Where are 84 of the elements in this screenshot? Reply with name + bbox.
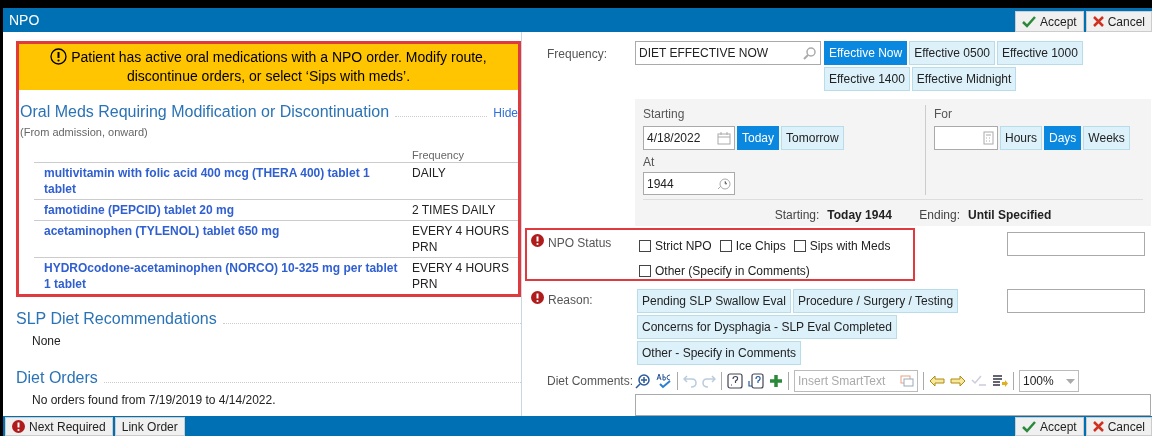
- checkbox-option[interactable]: Other (Specify in Comments): [639, 262, 810, 281]
- windows-icon: [900, 375, 914, 388]
- window-title: NPO: [9, 10, 40, 30]
- field-label: Diet Comments:: [546, 373, 635, 391]
- field-label: Frequency:: [546, 46, 609, 63]
- list-arrow-icon[interactable]: [992, 374, 1008, 389]
- section-text: No orders found from 7/19/2019 to 4/14/2022.: [31, 391, 277, 409]
- checkbox-option[interactable]: Ice Chips: [719, 237, 786, 256]
- field-label: Starting: [643, 106, 686, 123]
- exclamation-icon: [12, 420, 25, 433]
- field-label: For: [934, 106, 953, 123]
- section-heading: Diet Orders: [16, 367, 98, 388]
- link-button[interactable]: Link Order: [114, 417, 185, 436]
- option-button[interactable]: Days: [1044, 126, 1082, 150]
- duration-field[interactable]: [934, 126, 998, 150]
- option-button[interactable]: Effective Now: [824, 41, 908, 65]
- zoom-dropdown[interactable]: 100%: [1019, 370, 1079, 393]
- zoom-in-icon[interactable]: [635, 373, 651, 390]
- section-subtitle: (From admission, onward): [19, 125, 149, 140]
- checkmark-icon: [1021, 15, 1036, 28]
- table-cell-text: EVERY 4 HOURS PRN: [412, 222, 510, 255]
- text-field[interactable]: [1007, 232, 1145, 257]
- option-button[interactable]: Concerns for Dysphagia - SLP Eval Completed: [637, 315, 897, 340]
- check-arrow-icon[interactable]: [971, 374, 987, 389]
- checkbox-option[interactable]: Sips with Meds: [793, 237, 891, 256]
- close-icon: [1092, 16, 1104, 27]
- table-cell-text: DAILY: [412, 164, 447, 182]
- option-button[interactable]: Pending SLP Swallow Eval: [637, 289, 791, 314]
- field-label: At: [643, 154, 656, 171]
- warning-message: Patient has active oral medications with a NPO order. Modify route, discontinue orders, or select ‘Sips with meds’.: [33, 48, 504, 86]
- option-button[interactable]: Effective 0500: [909, 41, 995, 65]
- hide-link[interactable]: Hide: [493, 104, 518, 122]
- comments-field[interactable]: [635, 394, 1151, 416]
- medication-link[interactable]: multivitamin with folic acid 400 mcg (THERA 400) tablet 1 tablet: [44, 164, 412, 197]
- summary-value: Today 1944: [827, 207, 893, 224]
- search-icon: [803, 46, 817, 60]
- calendar-icon: [717, 131, 731, 145]
- section-text: None: [31, 332, 62, 350]
- next-button[interactable]: Next Required: [5, 417, 113, 436]
- option-button[interactable]: Procedure / Surgery / Testing: [792, 289, 959, 314]
- option-button[interactable]: Tomorrow: [781, 126, 844, 150]
- summary-value: Until Specified: [968, 207, 1052, 224]
- clock-icon: [717, 176, 731, 191]
- checkmark-icon: [1021, 420, 1036, 433]
- medication-link[interactable]: famotidine (PEPCID) tablet 20 mg: [44, 201, 412, 218]
- medication-link[interactable]: acetaminophen (TYLENOL) tablet 650 mg: [44, 222, 412, 255]
- cancel-button[interactable]: Cancel: [1085, 417, 1152, 436]
- redo-icon[interactable]: [702, 374, 716, 389]
- time-field[interactable]: 1944: [643, 172, 735, 195]
- cancel-button[interactable]: Cancel: [1085, 11, 1152, 32]
- field-label: NPO Status: [548, 235, 612, 253]
- option-button[interactable]: Weeks: [1083, 126, 1130, 150]
- summary-label: Starting:: [774, 207, 820, 224]
- option-button[interactable]: Hours: [1000, 126, 1042, 150]
- help-icon[interactable]: [748, 373, 764, 390]
- option-button[interactable]: Effective 1400: [824, 67, 910, 91]
- help-icon[interactable]: [727, 373, 743, 390]
- option-button[interactable]: Effective Midnight: [911, 67, 1017, 91]
- summary-label: Ending:: [919, 207, 961, 224]
- table-cell-text: EVERY 4 HOURS PRN: [412, 259, 510, 292]
- checkbox-option[interactable]: Strict NPO: [639, 237, 712, 256]
- column-header: Frequency: [412, 147, 464, 162]
- calculator-icon: [983, 131, 994, 145]
- text-field[interactable]: [1007, 289, 1145, 314]
- date-field[interactable]: 4/18/2022: [643, 126, 735, 150]
- plus-icon[interactable]: [769, 374, 783, 389]
- left-arrow-icon[interactable]: [929, 375, 945, 388]
- right-arrow-icon[interactable]: [950, 375, 966, 388]
- section-heading: Oral Meds Requiring Modification or Discontinuation: [20, 102, 390, 122]
- spell-check-icon[interactable]: [656, 373, 672, 390]
- section-heading: SLP Diet Recommendations: [16, 308, 217, 329]
- field-label: Reason:: [548, 292, 593, 310]
- option-button[interactable]: Today: [737, 126, 780, 150]
- frequency-field[interactable]: DIET EFFECTIVE NOW: [635, 41, 821, 65]
- medication-link[interactable]: HYDROcodone-acetaminophen (NORCO) 10-325 mg per tablet 1 tablet: [44, 259, 412, 292]
- undo-icon[interactable]: [683, 374, 697, 389]
- close-icon: [1092, 421, 1104, 432]
- table-cell-text: 2 TIMES DAILY: [412, 201, 497, 218]
- accept-button[interactable]: Accept: [1014, 11, 1084, 32]
- caret-icon: [1066, 378, 1075, 384]
- option-button[interactable]: Effective 1000: [997, 41, 1083, 65]
- warning-icon: [50, 48, 68, 65]
- option-button[interactable]: Other - Specify in Comments: [637, 341, 802, 366]
- accept-button[interactable]: Accept: [1014, 417, 1084, 436]
